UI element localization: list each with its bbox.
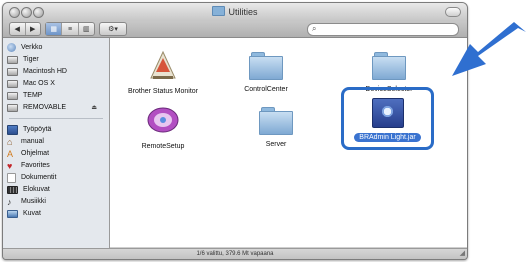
remote-setup-app-icon <box>147 107 179 133</box>
title-bar[interactable]: Utilities <box>3 3 467 21</box>
folder-icon <box>212 6 226 16</box>
eject-icon[interactable]: ⏏ <box>91 104 97 111</box>
sidebar-item-macintosh-hd[interactable]: Macintosh HD <box>7 66 105 77</box>
sidebar-item-movies[interactable]: Elokuvat <box>7 184 105 195</box>
sidebar-item-desktop[interactable]: Työpöytä <box>7 124 105 135</box>
sidebar-item-label: TEMP <box>23 92 43 99</box>
sidebar-item-label: Dokumentit <box>21 174 57 181</box>
file-item-brother-status-monitor[interactable]: Brother Status Monitor <box>118 48 208 95</box>
sidebar-item-label: Verkko <box>21 44 43 51</box>
sidebar-item-label: Mac OS X <box>23 80 55 87</box>
sidebar-item-network[interactable]: Verkko <box>7 42 105 53</box>
disk-icon <box>7 55 18 64</box>
file-item-remotesetup[interactable]: RemoteSetup <box>128 103 198 150</box>
status-monitor-app-icon <box>150 50 176 79</box>
status-text: 1/6 valittu, 379.6 Mt vapaana <box>196 251 274 257</box>
sidebar-item-music[interactable]: ♪ Musiikki <box>7 196 105 207</box>
file-label: RemoteSetup <box>141 143 185 150</box>
network-icon <box>7 43 16 52</box>
sidebar-item-mac-os-x[interactable]: Mac OS X <box>7 78 105 89</box>
jar-file-icon <box>371 98 404 128</box>
toolbar-toggle-button[interactable] <box>445 7 461 17</box>
sidebar-item-temp[interactable]: TEMP <box>7 90 105 101</box>
sidebar-item-documents[interactable]: Dokumentit <box>7 172 105 183</box>
sidebar-item-label: Tiger <box>23 56 39 63</box>
file-item-bradmin-light-jar[interactable]: BRAdmin Light.jar <box>343 98 432 142</box>
file-label-selected: BRAdmin Light.jar <box>354 133 421 142</box>
file-item-controlcenter[interactable]: ControlCenter <box>231 52 301 93</box>
file-label: Server <box>265 141 287 148</box>
sidebar-item-pictures[interactable]: Kuvat <box>7 208 105 219</box>
sidebar-item-label: Macintosh HD <box>23 68 67 75</box>
search-icon: ⌕ <box>312 24 317 33</box>
disk-icon <box>7 91 18 100</box>
sidebar-item-label: REMOVABLE <box>23 104 67 111</box>
file-label: ControlCenter <box>244 86 288 93</box>
resize-grip-icon[interactable]: ◢ <box>460 248 465 259</box>
nav-buttons: ◀ ▶ <box>9 22 41 36</box>
sidebar-item-removable[interactable]: REMOVABLE ⏏ <box>7 102 105 113</box>
folder-icon <box>259 107 293 135</box>
status-bar: 1/6 valittu, 379.6 Mt vapaana ◢ <box>3 248 467 259</box>
file-label: Brother Status Monitor <box>127 88 199 95</box>
disk-icon <box>7 79 18 88</box>
sidebar-item-label: Kuvat <box>23 210 41 217</box>
column-view-button[interactable]: ▥ <box>79 23 94 35</box>
icon-view-button[interactable]: ▦ <box>46 23 63 35</box>
toolbar: ◀ ▶ ▦ ≡ ▥ ⚙▾ ⌕ <box>3 21 467 38</box>
applications-icon: A <box>7 148 14 159</box>
pictures-icon <box>7 209 18 218</box>
music-icon: ♪ <box>7 196 12 207</box>
sidebar-item-tiger[interactable]: Tiger <box>7 54 105 65</box>
sidebar: Verkko Tiger Macintosh HD Mac OS X TEMP … <box>3 38 110 248</box>
folder-icon <box>249 52 283 80</box>
home-icon: ⌂ <box>7 136 13 147</box>
action-menu: ⚙▾ <box>99 22 127 36</box>
view-buttons: ▦ ≡ ▥ <box>45 22 95 36</box>
sidebar-item-label: Musiikki <box>21 198 46 205</box>
pointer-arrow-shape <box>452 22 526 76</box>
finder-window: Utilities ◀ ▶ ▦ ≡ ▥ ⚙▾ ⌕ Verkko Tiger Ma… <box>2 2 468 260</box>
sidebar-item-label: Työpöytä <box>23 126 52 133</box>
disk-icon <box>7 103 18 112</box>
documents-icon <box>7 172 16 183</box>
favorites-icon: ♥ <box>7 160 13 171</box>
pointer-arrow <box>452 22 526 76</box>
desktop-icon <box>7 124 18 135</box>
search-input[interactable] <box>322 24 452 34</box>
sidebar-item-manual[interactable]: ⌂ manual <box>7 136 105 147</box>
forward-button[interactable]: ▶ <box>26 23 41 35</box>
sidebar-item-applications[interactable]: A Ohjelmat <box>7 148 105 159</box>
sidebar-item-label: Elokuvat <box>23 186 50 193</box>
sidebar-item-label: Favorites <box>21 162 50 169</box>
disk-icon <box>7 67 18 76</box>
sidebar-item-label: Ohjelmat <box>21 150 50 157</box>
sidebar-item-favorites[interactable]: ♥ Favorites <box>7 160 105 171</box>
file-item-server[interactable]: Server <box>241 107 311 148</box>
action-menu-button[interactable]: ⚙▾ <box>100 23 126 35</box>
search-field: ⌕ <box>307 23 459 36</box>
window-title-text: Utilities <box>228 7 258 17</box>
file-browser: Brother Status Monitor ControlCenter Dev… <box>110 38 467 247</box>
sidebar-item-label: manual <box>21 138 44 145</box>
back-button[interactable]: ◀ <box>10 23 26 35</box>
folder-icon <box>372 52 406 80</box>
movies-icon <box>7 185 18 194</box>
window-title: Utilities <box>3 6 467 17</box>
sidebar-divider <box>9 118 103 119</box>
list-view-button[interactable]: ≡ <box>62 23 79 35</box>
